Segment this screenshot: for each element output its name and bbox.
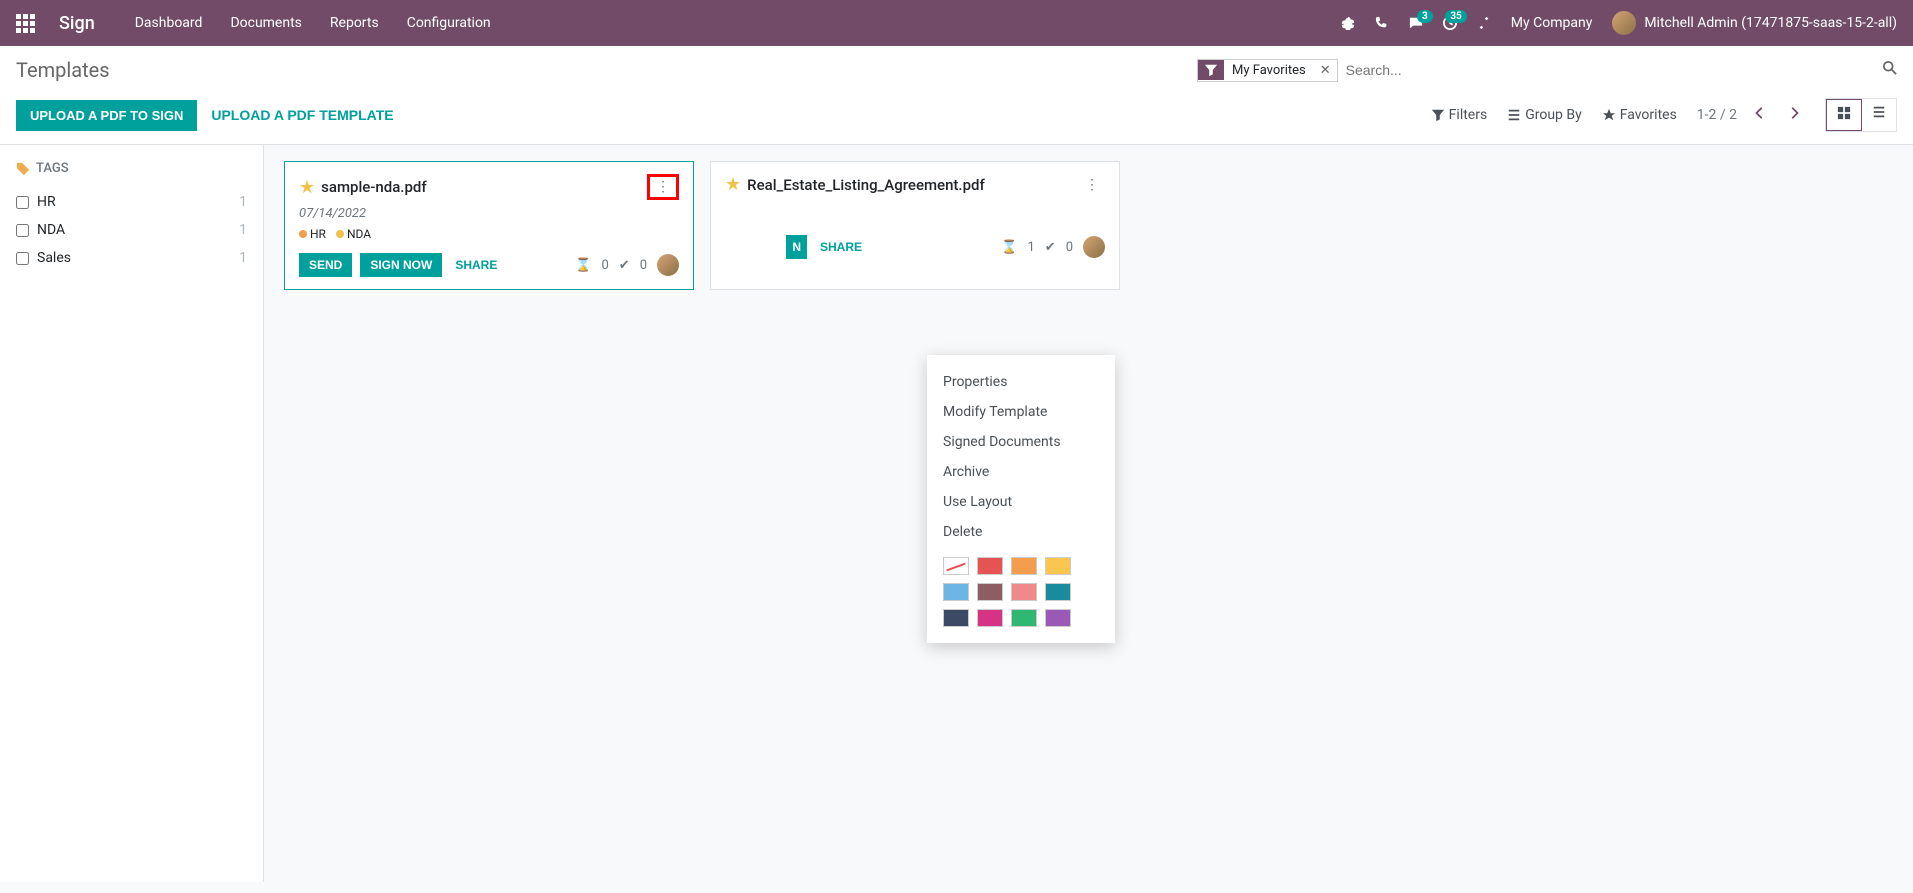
responsible-avatar[interactable] [657,254,679,276]
phone-icon[interactable] [1375,16,1389,30]
color-swatch[interactable] [943,609,969,627]
color-swatch[interactable] [1011,609,1037,627]
card-tags: HR NDA [299,227,679,241]
tools-icon[interactable] [1477,16,1491,30]
card-dropdown-menu: Properties Modify Template Signed Docume… [927,355,1115,643]
apps-icon[interactable] [16,14,35,33]
pager-next[interactable] [1783,102,1805,128]
activities-icon[interactable]: 35 [1443,16,1457,30]
responsible-avatar[interactable] [1083,236,1105,258]
brand[interactable]: Sign [59,13,95,34]
search-input[interactable] [1338,58,1875,82]
menu-use-layout[interactable]: Use Layout [927,487,1115,517]
menu-properties[interactable]: Properties [927,367,1115,397]
tag-checkbox[interactable] [16,224,29,237]
share-button[interactable]: SHARE [450,253,502,277]
upload-pdf-template-button[interactable]: UPLOAD A PDF TEMPLATE [197,99,407,131]
user-avatar-icon [1612,11,1636,35]
sign-now-button[interactable]: SIGN NOW [360,253,442,277]
title-row: Templates My Favorites ✕ [0,46,1913,90]
menu-delete[interactable]: Delete [927,517,1115,547]
color-swatch[interactable] [1045,557,1071,575]
color-swatch[interactable] [977,583,1003,601]
filter-chip: My Favorites ✕ [1197,59,1338,82]
pager: 1-2 / 2 [1697,102,1805,128]
menu-archive[interactable]: Archive [927,457,1115,487]
color-swatch-none[interactable] [943,557,969,575]
user-name: Mitchell Admin (17471875-saas-15-2-all) [1644,15,1897,31]
card-menu-button[interactable]: ⋮ [647,174,679,200]
tag-checkbox[interactable] [16,196,29,209]
menu-modify-template[interactable]: Modify Template [927,397,1115,427]
messages-icon[interactable]: 3 [1409,16,1423,30]
card-menu-button[interactable]: ⋮ [1079,175,1105,195]
tag-filter-sales[interactable]: Sales 1 [16,244,247,272]
color-swatch[interactable] [977,557,1003,575]
menu-signed-documents[interactable]: Signed Documents [927,427,1115,457]
funnel-icon [1198,60,1224,80]
check-icon: ✔ [619,258,630,273]
hourglass-icon: ⌛ [1001,240,1017,255]
template-card[interactable]: ★ sample-nda.pdf ⋮ 07/14/2022 HR NDA SEN… [284,161,694,290]
hourglass-icon: ⌛ [575,258,591,273]
color-swatch[interactable] [1011,557,1037,575]
nav-configuration[interactable]: Configuration [407,15,491,31]
company-selector[interactable]: My Company [1511,15,1593,31]
color-picker [927,547,1115,631]
color-swatch[interactable] [977,609,1003,627]
content-area: ★ sample-nda.pdf ⋮ 07/14/2022 HR NDA SEN… [264,145,1913,882]
nav-documents[interactable]: Documents [230,15,301,31]
pager-prev[interactable] [1749,102,1771,128]
star-icon[interactable]: ★ [725,174,741,195]
template-card[interactable]: ★ Real_Estate_Listing_Agreement.pdf ⋮ SE… [710,161,1120,290]
tag-filter-hr[interactable]: HR 1 [16,188,247,216]
color-swatch[interactable] [1011,583,1037,601]
messages-badge: 3 [1417,10,1433,23]
sidebar-tags-header: TAGS [16,161,247,176]
favorites-button[interactable]: Favorites [1602,107,1677,123]
nav-dashboard[interactable]: Dashboard [135,15,203,31]
share-button[interactable]: SHARE [815,235,867,259]
filter-chip-label: My Favorites [1224,60,1314,81]
toolbar: UPLOAD A PDF TO SIGN UPLOAD A PDF TEMPLA… [0,90,1913,145]
pager-count: 1-2 / 2 [1697,107,1737,123]
upload-pdf-sign-button[interactable]: UPLOAD A PDF TO SIGN [16,100,197,131]
tag-filter-nda[interactable]: NDA 1 [16,216,247,244]
page-title: Templates [16,58,110,82]
nav-reports[interactable]: Reports [330,15,379,31]
kanban-view-button[interactable] [1826,99,1862,131]
filters-button[interactable]: Filters [1431,107,1488,123]
top-navbar: Sign Dashboard Documents Reports Configu… [0,0,1913,46]
color-swatch[interactable] [1045,609,1071,627]
card-title: Real_Estate_Listing_Agreement.pdf [747,176,985,194]
card-date: 07/14/2022 [299,206,679,221]
color-swatch[interactable] [943,583,969,601]
send-button[interactable]: SEND [299,253,352,277]
activities-badge: 35 [1445,10,1466,23]
sign-now-button[interactable]: N [786,235,807,259]
user-menu[interactable]: Mitchell Admin (17471875-saas-15-2-all) [1612,11,1897,35]
check-icon: ✔ [1045,240,1056,255]
color-swatch[interactable] [1045,583,1071,601]
filter-chip-remove[interactable]: ✕ [1314,60,1337,81]
search-icon[interactable] [1883,61,1897,79]
group-by-button[interactable]: Group By [1507,107,1582,123]
card-title: sample-nda.pdf [321,178,427,196]
star-icon[interactable]: ★ [299,177,315,198]
tag-checkbox[interactable] [16,252,29,265]
sidebar: TAGS HR 1 NDA 1 Sales 1 [0,145,264,882]
bug-icon[interactable] [1341,16,1355,30]
list-view-button[interactable] [1862,99,1896,131]
